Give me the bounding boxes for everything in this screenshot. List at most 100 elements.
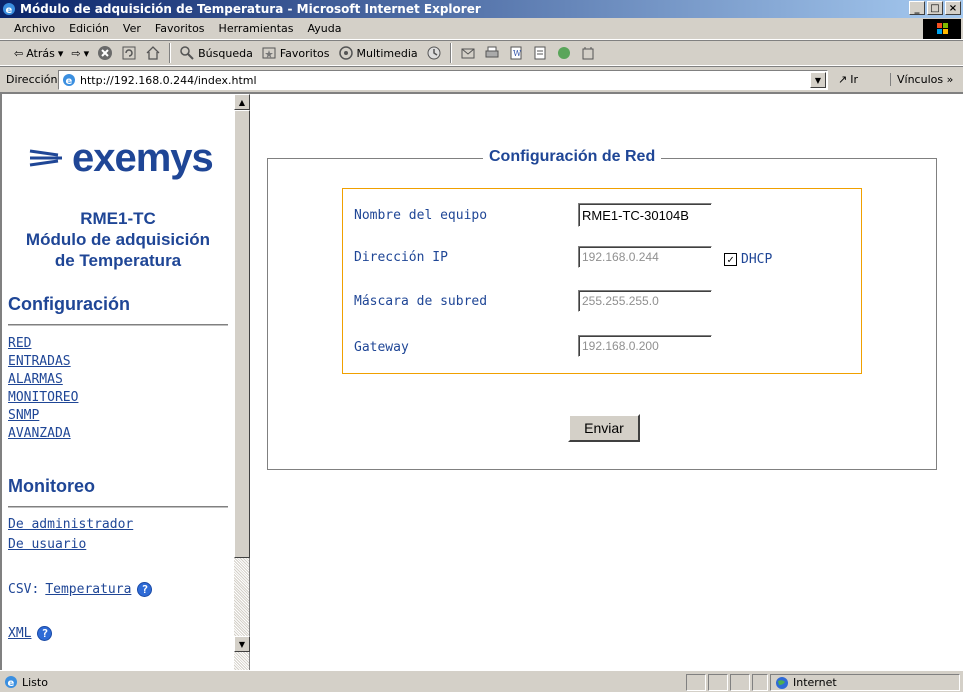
checkbox-checked-icon[interactable]: ✓ [724, 253, 737, 266]
status-cell [686, 674, 706, 691]
nav-link-red[interactable]: RED [8, 336, 31, 351]
nav-link-administrador[interactable]: De administrador [8, 517, 133, 532]
scroll-up-button[interactable]: ▲ [234, 94, 250, 110]
csv-label: CSV: [8, 582, 40, 597]
exemys-logo: exemys [28, 136, 214, 180]
back-label: Atrás [26, 46, 55, 60]
nav-link-entradas[interactable]: ENTRADAS [8, 354, 71, 369]
window-titlebar: e Módulo de adquisición de Temperatura -… [0, 0, 963, 18]
search-label: Búsqueda [198, 46, 253, 60]
help-icon[interactable]: ? [37, 626, 53, 641]
help-icon[interactable]: ? [137, 582, 153, 597]
toolbar: ⇦ Atrás ▾ ⇨ ▾ Búsqueda Favoritos Multimed… [0, 40, 963, 66]
chevron-down-icon: ▾ [83, 46, 90, 60]
enviar-button[interactable]: Enviar [568, 414, 640, 442]
nav-link-snmp[interactable]: SNMP [8, 408, 39, 423]
xml-row: XML ? [8, 626, 53, 641]
multimedia-icon [338, 46, 353, 60]
device-name-input[interactable] [578, 203, 712, 227]
page-icon: e [63, 74, 75, 87]
refresh-icon[interactable] [121, 45, 137, 61]
svg-text:e: e [8, 678, 15, 689]
go-button[interactable]: ↗ Ir [838, 73, 858, 86]
nav-link-monitoreo[interactable]: MONITOREO [8, 390, 78, 405]
ip-address-label: Dirección IP [354, 250, 448, 265]
csv-row: CSV: Temperatura ? [8, 582, 153, 597]
menu-edicion[interactable]: Edición [69, 22, 109, 35]
security-zone: Internet [770, 674, 960, 691]
gateway-label: Gateway [354, 340, 409, 355]
divider [8, 324, 228, 326]
browser-viewport: exemys RME1-TC Módulo de adquisición de … [0, 92, 963, 670]
menu-archivo[interactable]: Archivo [14, 22, 55, 35]
subnet-mask-input[interactable] [578, 290, 712, 312]
network-config-legend: Configuración de Red [483, 148, 662, 166]
device-description-line2: de Temperatura [54, 251, 182, 270]
scroll-thumb[interactable] [234, 110, 250, 558]
print-icon[interactable] [484, 45, 500, 61]
status-bar: e Listo Internet [0, 670, 963, 692]
page-status-icon: e [5, 676, 17, 689]
gateway-input[interactable] [578, 335, 712, 357]
chevron-down-icon: ▾ [57, 46, 64, 60]
menu-ayuda[interactable]: Ayuda [307, 22, 341, 35]
mail-icon[interactable] [460, 45, 476, 61]
status-cell [708, 674, 728, 691]
windows-logo-icon [923, 19, 961, 39]
nav-link-usuario[interactable]: De usuario [8, 537, 86, 552]
back-button[interactable]: ⇦ Atrás ▾ [14, 47, 63, 60]
nav-link-alarmas[interactable]: ALARMAS [8, 372, 63, 387]
edit-icon[interactable]: W [508, 45, 524, 61]
status-cell [752, 674, 768, 691]
menu-favoritos[interactable]: Favoritos [155, 22, 205, 35]
research-icon[interactable] [580, 45, 596, 61]
logo-text: exemys [72, 136, 214, 180]
multimedia-button[interactable]: Multimedia [338, 45, 418, 61]
stop-icon[interactable] [97, 45, 113, 61]
dhcp-label: DHCP [741, 252, 773, 267]
svg-text:e: e [66, 76, 73, 87]
csv-temperatura-link[interactable]: Temperatura [45, 582, 131, 597]
logo-mark-icon [29, 149, 62, 167]
configuracion-heading: Configuración [8, 294, 130, 314]
go-arrow-icon: ↗ [838, 73, 848, 86]
home-icon[interactable] [145, 45, 161, 61]
nav-link-avanzada[interactable]: AVANZADA [8, 426, 71, 441]
maximize-button[interactable]: □ [927, 1, 943, 15]
sidebar-frame: exemys RME1-TC Módulo de adquisición de … [2, 94, 234, 670]
forward-arrow-icon: ⇨ [71, 46, 81, 60]
address-url: http://192.168.0.244/index.html [80, 73, 257, 87]
links-button[interactable]: Vínculos » [890, 73, 953, 86]
ip-address-input[interactable] [578, 246, 712, 268]
device-name: RME1-TC [80, 209, 156, 228]
dhcp-checkbox[interactable]: ✓ DHCP [724, 252, 772, 267]
globe-icon [776, 676, 788, 689]
sidebar-scrollbar[interactable]: ▲ ▼ [234, 94, 250, 670]
address-dropdown-button[interactable]: ▼ [810, 72, 826, 88]
back-arrow-icon: ⇦ [14, 46, 24, 60]
zone-label: Internet [793, 676, 837, 689]
minimize-button[interactable]: _ [909, 1, 925, 15]
address-bar: Dirección e http://192.168.0.244/index.h… [0, 66, 963, 92]
menu-herramientas[interactable]: Herramientas [219, 22, 294, 35]
multimedia-label: Multimedia [356, 46, 418, 60]
messenger-icon[interactable] [556, 45, 572, 61]
scroll-down-button[interactable]: ▼ [234, 636, 250, 652]
discuss-icon[interactable] [532, 45, 548, 61]
search-button[interactable]: Búsqueda [179, 45, 253, 61]
favorites-button[interactable]: Favoritos [261, 45, 330, 61]
address-input[interactable]: e http://192.168.0.244/index.html [58, 70, 828, 90]
device-name-label: Nombre del equipo [354, 208, 488, 223]
menu-bar: Archivo Edición Ver Favoritos Herramient… [0, 18, 963, 40]
history-icon[interactable] [426, 45, 442, 61]
close-button[interactable]: × [945, 1, 961, 15]
svg-text:W: W [513, 49, 522, 58]
toolbar-separator [449, 43, 452, 63]
monitoreo-heading: Monitoreo [8, 476, 95, 496]
menu-ver[interactable]: Ver [123, 22, 141, 35]
window-controls: _ □ × [909, 1, 961, 15]
xml-link[interactable]: XML [8, 626, 31, 641]
favorites-icon [262, 47, 276, 59]
status-label: Listo [22, 675, 48, 689]
forward-button[interactable]: ⇨ ▾ [71, 47, 89, 60]
